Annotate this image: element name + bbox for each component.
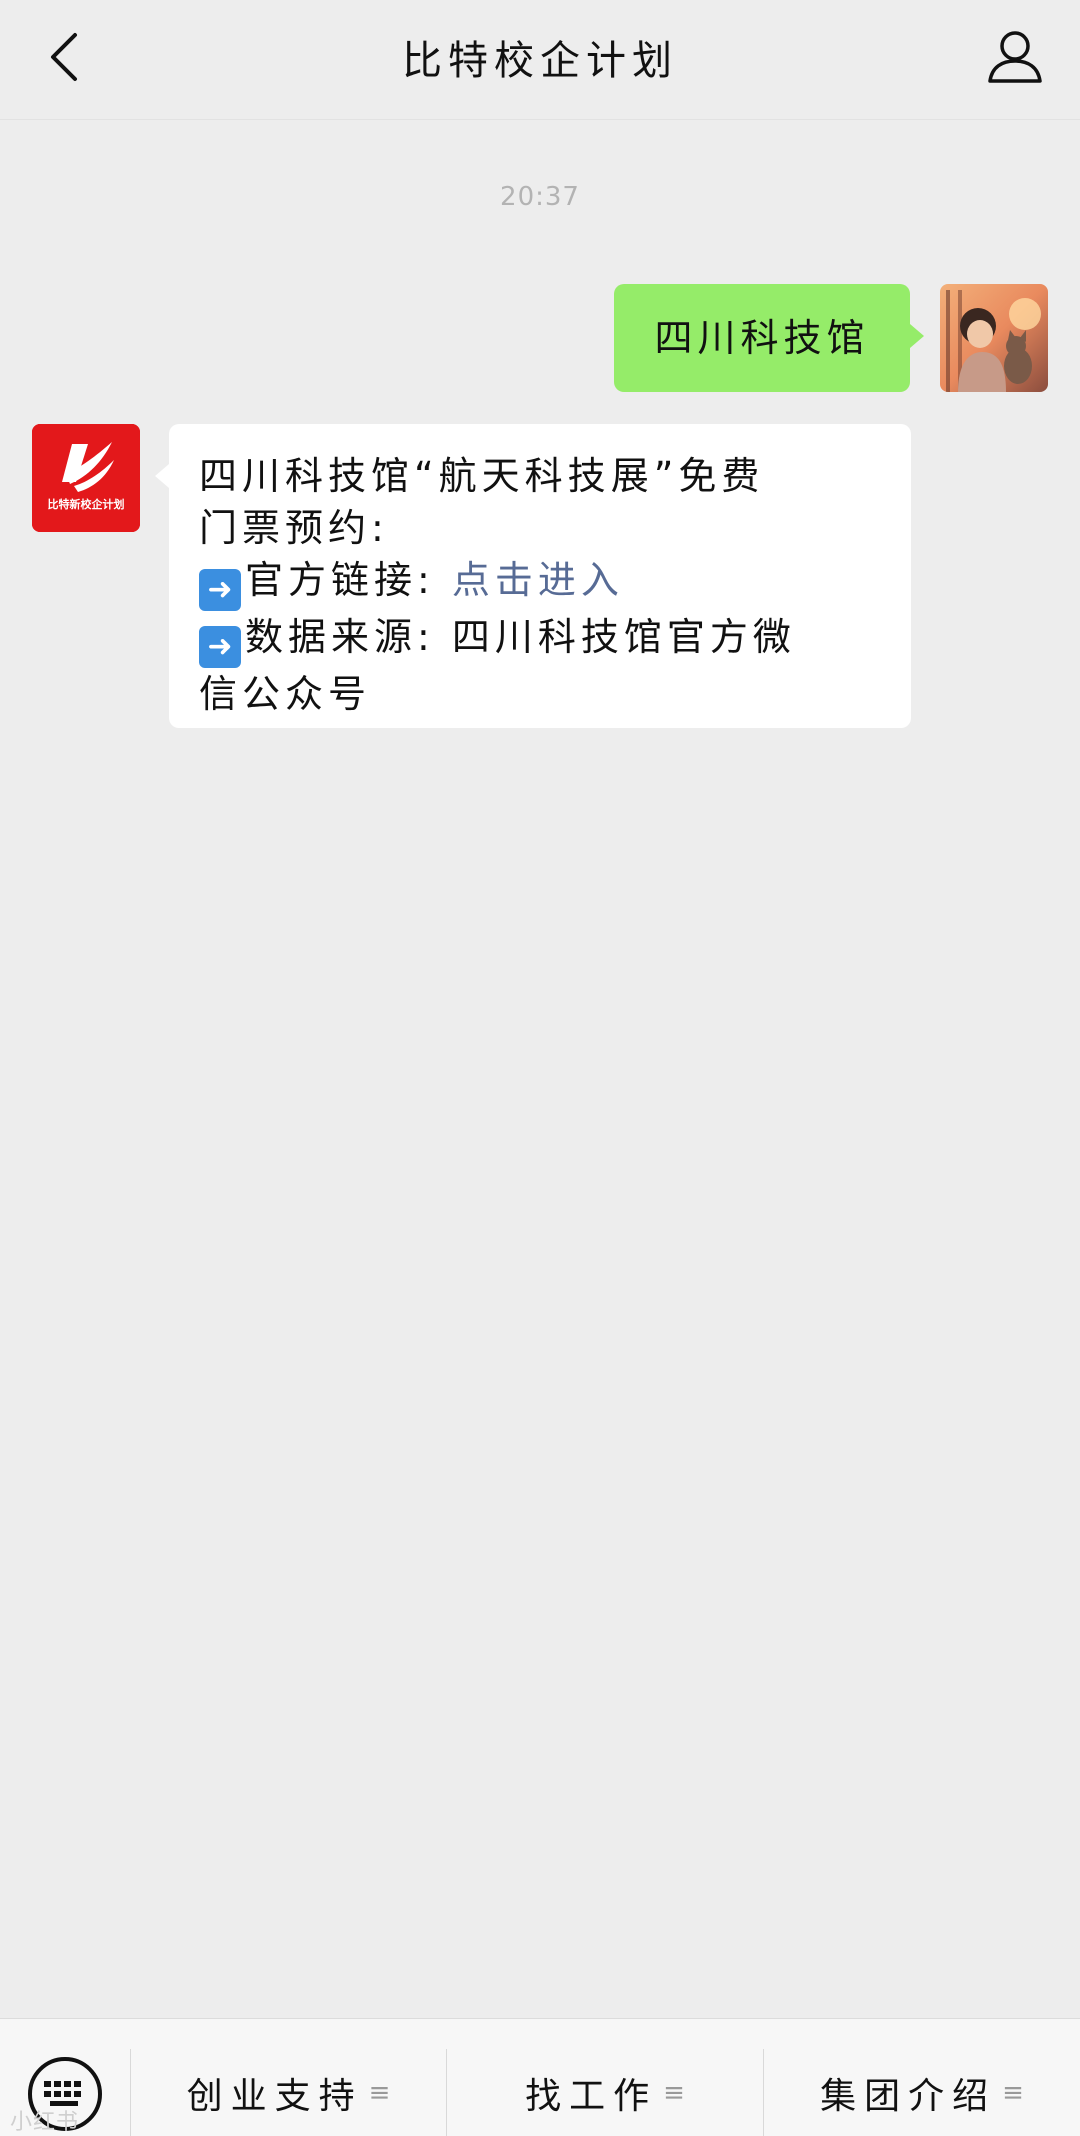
arrow-right-icon: ➜: [199, 569, 241, 611]
svg-text:比特新校企计划: 比特新校企计划: [48, 497, 125, 511]
user-icon: [988, 31, 1042, 83]
message-line: 信公众号: [199, 672, 372, 716]
bottom-menu-bar: 创业支持 ≡ 找工作 ≡ 集团介绍 ≡: [0, 2018, 1080, 2136]
menu-item-group-intro[interactable]: 集团介绍 ≡: [764, 2049, 1080, 2136]
menu-item-business-support[interactable]: 创业支持 ≡: [131, 2049, 446, 2136]
official-link[interactable]: 点击进入: [452, 558, 624, 602]
user-avatar-image: [940, 284, 1048, 392]
menu-item-label: 集团介绍: [820, 2076, 997, 2117]
data-source-text: 数据来源: 四川科技馆官方微: [245, 615, 796, 659]
message-timestamp: 20:37: [500, 182, 580, 212]
menu-list-icon: ≡: [1002, 2078, 1024, 2108]
message-line: 门票预约:: [199, 506, 389, 550]
menu-item-label: 创业支持: [186, 2076, 363, 2117]
outgoing-message-text: 四川科技馆: [654, 316, 870, 360]
my-avatar[interactable]: [940, 284, 1048, 392]
profile-button[interactable]: [980, 22, 1050, 92]
menu-item-label: 找工作: [525, 2076, 658, 2117]
menu-item-find-job[interactable]: 找工作 ≡: [447, 2049, 763, 2136]
menu-list-icon: ≡: [663, 2078, 685, 2108]
official-account-avatar[interactable]: 比特新校企计划: [32, 424, 140, 532]
chat-header: 比特校企计划: [0, 0, 1080, 120]
menu-list-icon: ≡: [368, 2078, 391, 2108]
link-label: 官方链接:: [245, 558, 435, 602]
page-title: 比特校企计划: [402, 38, 678, 84]
arrow-right-icon: ➜: [199, 626, 241, 668]
incoming-message-bubble[interactable]: 四川科技馆“航天科技展”免费 门票预约: ➜ 官方链接: 点击进入 ➜ 数据来源: …: [155, 424, 911, 728]
outgoing-message-bubble[interactable]: 四川科技馆: [614, 284, 924, 392]
message-line: ➜ 官方链接: 点击进入: [199, 554, 875, 611]
bit-logo-icon: 比特新校企计划: [32, 424, 140, 532]
watermark: 小红书: [10, 2110, 80, 2135]
message-line: 四川科技馆“航天科技展”免费: [199, 454, 765, 498]
message-line: ➜ 数据来源: 四川科技馆官方微: [199, 611, 875, 668]
